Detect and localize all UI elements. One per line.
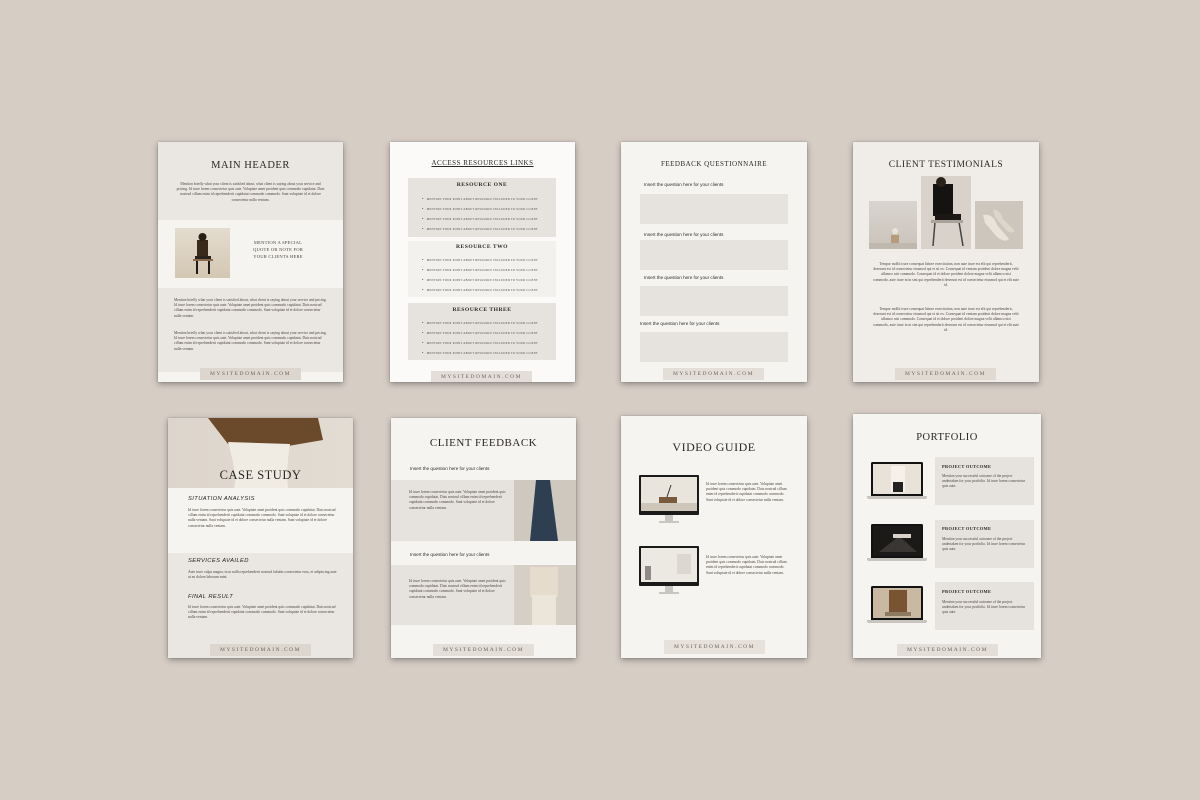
video-thumbnail xyxy=(641,477,697,511)
portfolio-laptop-1[interactable] xyxy=(871,462,923,496)
resource-bullet: MENTION YOUR POINT ABOUT RESOURCE INCLUD… xyxy=(422,267,538,272)
testimonial-1: Tempor mollit irure consequat labore exe… xyxy=(873,262,1019,287)
photo-room xyxy=(869,201,917,249)
resource-bullet: MENTION YOUR POINT ABOUT RESOURCE INCLUD… xyxy=(422,277,538,282)
page-title: MAIN HEADER xyxy=(211,160,290,171)
portfolio-laptop-3[interactable] xyxy=(871,586,923,620)
testimonial-2: Tempor mollit irure consequat labore exe… xyxy=(873,307,1019,332)
answer-text: Id irure lorem consectetur quis aute. Vo… xyxy=(409,579,506,599)
outcome-title: PROJECT OUTCOME xyxy=(942,526,992,531)
page-title: VIDEO GUIDE xyxy=(672,440,756,454)
header-band xyxy=(158,142,343,220)
page-video-guide: VIDEO GUIDE Id irure lorem consectetur q… xyxy=(621,416,807,658)
page-title: PORTFOLIO xyxy=(916,432,978,443)
section-text: Id irure lorem consectetur quis aute. Vo… xyxy=(188,508,336,528)
resource-bullet: MENTION YOUR POINT ABOUT RESOURCE INCLUD… xyxy=(422,320,538,325)
question-label: Insert the question here for your client… xyxy=(410,552,490,557)
answer-field[interactable] xyxy=(640,332,788,362)
photo-beige-suit xyxy=(514,565,576,625)
answer-field[interactable] xyxy=(640,194,788,224)
intro-text: Mention briefly what your client is sati… xyxy=(176,182,325,202)
footer-domain: MYSITEDOMAIN.COM xyxy=(664,640,765,654)
portrait-photo xyxy=(175,228,230,278)
resource-bullet: MENTION YOUR POINT ABOUT RESOURCE INCLUD… xyxy=(422,350,538,355)
video-description: Id irure lorem consectetur quis aute. Vo… xyxy=(706,482,787,502)
video-monitor-2[interactable] xyxy=(639,546,699,586)
laptop-screen xyxy=(873,526,921,556)
answer-field[interactable] xyxy=(640,286,788,316)
special-quote: MENTION A SPECIAL QUOTE OR NOTE FOR YOUR… xyxy=(253,240,303,259)
answer-text: Id irure lorem consectetur quis aute. Vo… xyxy=(409,490,506,510)
page-title: FEEDBACK QUESTIONNAIRE xyxy=(660,160,768,168)
photo-model-chair xyxy=(921,176,971,249)
body-paragraph-1: Mention briefly what your client is sati… xyxy=(174,298,327,318)
resource-bullet: MENTION YOUR POINT ABOUT RESOURCE INCLUD… xyxy=(422,196,538,201)
portfolio-laptop-2[interactable] xyxy=(871,524,923,558)
resource-title: RESOURCE ONE xyxy=(456,182,508,188)
page-title: ACCESS RESOURCES LINKS xyxy=(431,159,534,167)
monitor-base xyxy=(659,592,679,594)
footer-domain: MYSITEDOMAIN.COM xyxy=(431,371,532,382)
section-heading: SERVICES AVAILED xyxy=(188,558,249,564)
outcome-title: PROJECT OUTCOME xyxy=(942,464,992,469)
outcome-text: Mention your successful outcome of the p… xyxy=(942,537,1026,552)
question-label: Insert the question here for your client… xyxy=(644,275,724,280)
section-text: Aute irure culpa magna, in ut nulla repr… xyxy=(188,570,337,580)
question-label: Insert the question here for your client… xyxy=(410,466,490,471)
resource-block-1: RESOURCE ONE MENTION YOUR POINT ABOUT RE… xyxy=(408,178,556,237)
outcome-text: Mention your successful outcome of the p… xyxy=(942,600,1026,615)
page-title: CASE STUDY xyxy=(219,468,302,482)
page-access-resources: ACCESS RESOURCES LINKS RESOURCE ONE MENT… xyxy=(390,142,575,382)
resource-bullet: MENTION YOUR POINT ABOUT RESOURCE INCLUD… xyxy=(422,340,538,345)
section-heading: SITUATION ANALYSIS xyxy=(188,496,255,502)
laptop-screen xyxy=(873,588,921,618)
video-monitor-1[interactable] xyxy=(639,475,699,515)
body-paragraph-2: Mention briefly what your client is sati… xyxy=(174,331,327,351)
outcome-text: Mention your successful outcome of the p… xyxy=(942,474,1026,489)
resource-title: RESOURCE THREE xyxy=(452,307,512,313)
footer-domain: MYSITEDOMAIN.COM xyxy=(433,644,534,656)
footer-domain: MYSITEDOMAIN.COM xyxy=(895,368,996,380)
laptop-base xyxy=(867,558,927,561)
page-title: CLIENT FEEDBACK xyxy=(429,437,538,449)
monitor-base xyxy=(659,521,679,523)
resource-block-2: RESOURCE TWO MENTION YOUR POINT ABOUT RE… xyxy=(408,241,556,297)
footer-domain: MYSITEDOMAIN.COM xyxy=(897,644,998,656)
resource-bullet: MENTION YOUR POINT ABOUT RESOURCE INCLUD… xyxy=(422,257,538,262)
page-client-feedback: CLIENT FEEDBACK Insert the question here… xyxy=(391,418,576,658)
question-label: Insert the question here for your client… xyxy=(644,182,724,187)
page-main-header: MAIN HEADER Mention briefly what your cl… xyxy=(158,142,343,382)
resource-bullet: MENTION YOUR POINT ABOUT RESOURCE INCLUD… xyxy=(422,206,538,211)
section-heading: FINAL RESULT xyxy=(188,594,234,600)
section-text: Id irure lorem consectetur quis aute. Vo… xyxy=(188,605,336,620)
resource-title: RESOURCE TWO xyxy=(455,244,509,250)
laptop-base xyxy=(867,496,927,499)
question-label: Insert the question here for your client… xyxy=(644,232,724,237)
page-feedback-questionnaire: FEEDBACK QUESTIONNAIRE Insert the questi… xyxy=(621,142,807,382)
video-thumbnail xyxy=(641,548,697,582)
portfolio-card-1: PROJECT OUTCOME Mention your successful … xyxy=(935,457,1034,505)
laptop-screen xyxy=(873,464,921,494)
video-description: Id irure lorem consectetur quis aute. Vo… xyxy=(706,555,787,575)
photo-shoes xyxy=(975,201,1023,249)
portfolio-card-3: PROJECT OUTCOME Mention your successful … xyxy=(935,582,1034,630)
page-portfolio: PORTFOLIO PROJECT OUTCOME Mention your s… xyxy=(853,414,1041,658)
answer-field[interactable] xyxy=(640,240,788,270)
resource-bullet: MENTION YOUR POINT ABOUT RESOURCE INCLUD… xyxy=(422,330,538,335)
question-label: Insert the question here for your client… xyxy=(640,321,720,326)
footer-domain: MYSITEDOMAIN.COM xyxy=(200,368,301,380)
resource-bullet: MENTION YOUR POINT ABOUT RESOURCE INCLUD… xyxy=(422,226,538,231)
footer-domain: MYSITEDOMAIN.COM xyxy=(663,368,764,380)
page-case-study: CASE STUDY SITUATION ANALYSIS Id irure l… xyxy=(168,418,353,658)
laptop-base xyxy=(867,620,927,623)
portfolio-card-2: PROJECT OUTCOME Mention your successful … xyxy=(935,520,1034,568)
photo-blue-dress xyxy=(514,480,576,541)
page-title: CLIENT TESTIMONIALS xyxy=(888,160,1004,170)
page-client-testimonials: CLIENT TESTIMONIALS Tempor mollit irure … xyxy=(853,142,1039,382)
resource-block-3: RESOURCE THREE MENTION YOUR POINT ABOUT … xyxy=(408,303,556,360)
outcome-title: PROJECT OUTCOME xyxy=(942,589,992,594)
footer-domain: MYSITEDOMAIN.COM xyxy=(210,644,311,656)
resource-bullet: MENTION YOUR POINT ABOUT RESOURCE INCLUD… xyxy=(422,216,538,221)
resource-bullet: MENTION YOUR POINT ABOUT RESOURCE INCLUD… xyxy=(422,287,538,292)
